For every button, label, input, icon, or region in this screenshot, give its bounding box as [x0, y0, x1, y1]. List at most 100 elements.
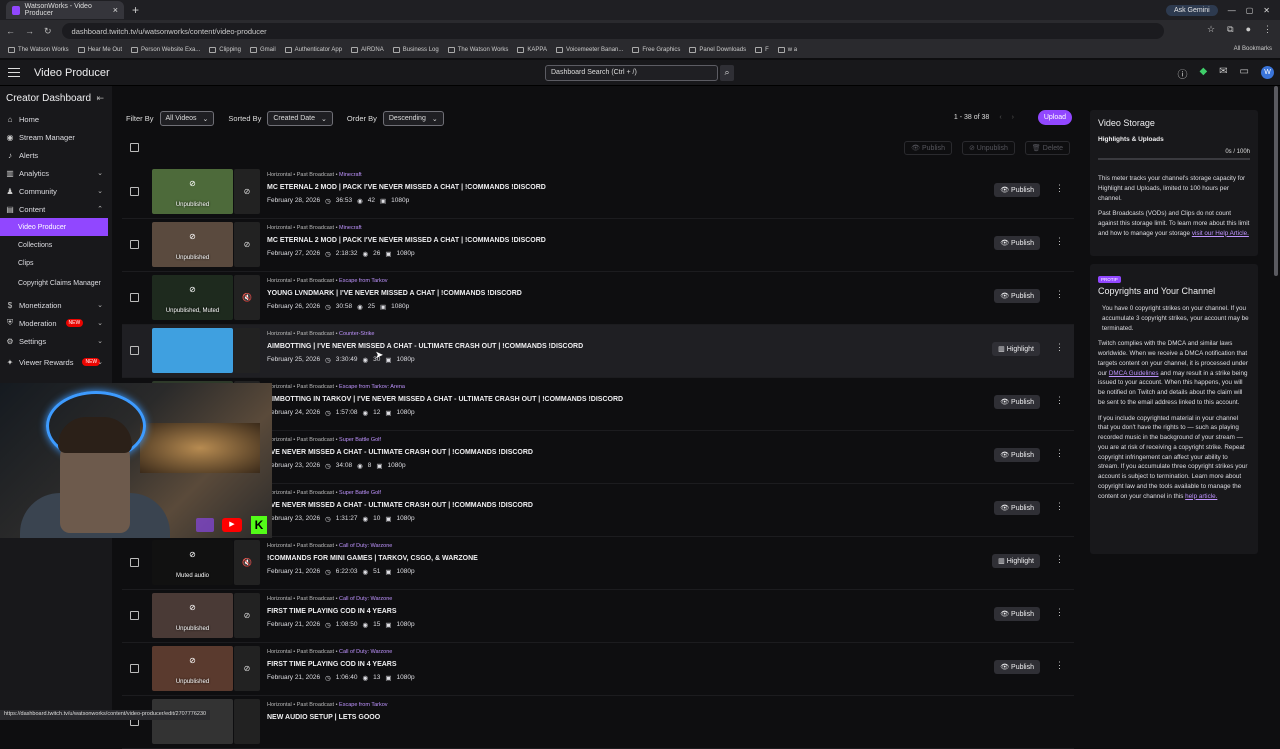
menu-dots-icon[interactable]: ⋮	[1263, 24, 1272, 35]
storage-help-link[interactable]: visit our Help Article.	[1192, 230, 1249, 237]
more-options-icon[interactable]: ⋮	[1055, 183, 1064, 194]
sidebar-item-home[interactable]: ⌂ Home	[0, 110, 112, 128]
video-thumbnail[interactable]: ⊘ Unpublished	[152, 593, 233, 638]
video-game-link[interactable]: Super Battle Golf	[339, 437, 381, 443]
bookmark-item[interactable]: F	[755, 47, 769, 53]
sidebar-item-viewer-rewards[interactable]: ✦ Viewer Rewards NEW ⌄	[0, 350, 112, 374]
sidebar-subitem-collections[interactable]: Collections	[0, 236, 112, 254]
bookmark-item[interactable]: KAPPA	[517, 47, 547, 53]
video-thumbnail[interactable]	[152, 328, 233, 373]
row-checkbox[interactable]	[130, 664, 139, 673]
video-thumbnail[interactable]: ⊘ Unpublished	[152, 222, 233, 267]
bookmark-item[interactable]: Gmail	[249, 47, 276, 53]
extensions-icon[interactable]: ⧉	[1227, 24, 1233, 35]
bulk-delete-button[interactable]: 🗑 Delete	[1024, 141, 1070, 155]
row-checkbox[interactable]	[130, 187, 139, 196]
video-game-link[interactable]: Call of Duty: Warzone	[339, 596, 392, 602]
sidebar-item-alerts[interactable]: ♪ Alerts	[0, 146, 112, 164]
bookmark-item[interactable]: Panel Downloads	[689, 47, 746, 53]
bookmark-item[interactable]: AIRDNA	[351, 47, 384, 53]
table-row[interactable]: ⊘ Unpublished, Muted 🔇 Horizontal • Past Br…	[122, 272, 1074, 325]
video-game-link[interactable]: Minecraft	[339, 172, 362, 178]
video-title[interactable]: MC ETERNAL 2 MOD | PACK I'VE NEVER MISSE…	[267, 184, 546, 191]
publish-button[interactable]: 👁 Publish	[994, 448, 1040, 462]
sidebar-item-moderation[interactable]: ⛨ Moderation NEW ⌄	[0, 314, 112, 332]
table-row[interactable]: Horizontal • Past Broadcast • Counter-St…	[122, 325, 1074, 378]
row-checkbox[interactable]	[130, 293, 139, 302]
profile-icon[interactable]: ●	[1246, 24, 1251, 35]
video-title[interactable]: MC ETERNAL 2 MOD | PACK I'VE NEVER MISSE…	[267, 237, 546, 244]
sidebar-item-content[interactable]: ▤ Content ⌃	[0, 200, 112, 218]
publish-button[interactable]: 👁 Publish	[994, 607, 1040, 621]
video-thumbnail[interactable]: ⊘ Unpublished, Muted	[152, 275, 233, 320]
table-row[interactable]: ⊘ Unpublished ⊘ Horizontal • Past Broadcast…	[122, 590, 1074, 643]
video-thumbnail[interactable]	[152, 699, 233, 744]
video-title[interactable]: !COMMANDS FOR MINI GAMES | TARKOV, CSGO,…	[267, 555, 478, 562]
bookmark-item[interactable]: Clipping	[209, 47, 241, 53]
bookmark-item[interactable]: Free Graphics	[632, 47, 680, 53]
whispers-icon[interactable]: ▭	[1240, 66, 1249, 81]
collapse-sidebar-icon[interactable]: ⇤	[96, 93, 104, 104]
video-game-link[interactable]: Escape from Tarkov	[339, 278, 388, 284]
close-tab-icon[interactable]: ×	[113, 5, 118, 15]
bookmark-item[interactable]: Authenticator App	[284, 47, 342, 53]
video-game-link[interactable]: Call of Duty: Warzone	[339, 543, 392, 549]
sidebar-item-analytics[interactable]: ▥ Analytics ⌄	[0, 164, 112, 182]
video-title[interactable]: FIRST TIME PLAYING COD IN 4 YEARS	[267, 608, 397, 615]
close-window-icon[interactable]: ✕	[1263, 6, 1270, 15]
sidebar-item-stream-manager[interactable]: ◉ Stream Manager	[0, 128, 112, 146]
back-icon[interactable]: ←	[6, 26, 15, 36]
video-thumbnail[interactable]: ⊘ Unpublished	[152, 646, 233, 691]
bookmark-item[interactable]: Business Log	[392, 47, 439, 53]
more-options-icon[interactable]: ⋮	[1055, 660, 1064, 671]
sidebar-item-community[interactable]: ♟ Community ⌄	[0, 182, 112, 200]
bookmark-item[interactable]: The Watson Works	[8, 47, 69, 53]
table-row[interactable]: ⊘ Unpublished ⊘ Horizontal • Past Broadcast…	[122, 166, 1074, 219]
highlight-button[interactable]: ▥ Highlight	[992, 342, 1040, 356]
bits-icon[interactable]: ◆	[1199, 66, 1207, 81]
video-title[interactable]: AIMBOTTING IN TARKOV | I'VE NEVER MISSED…	[267, 396, 623, 403]
bookmark-item[interactable]: The Watson Works	[447, 47, 508, 53]
video-thumbnail[interactable]: ⊘ Unpublished	[152, 169, 233, 214]
vertical-thumbnail[interactable]: ⊘	[234, 222, 260, 267]
vertical-thumbnail[interactable]	[234, 699, 260, 744]
video-game-link[interactable]: Escape from Tarkov	[339, 702, 388, 708]
row-checkbox[interactable]	[130, 558, 139, 567]
publish-button[interactable]: 👁 Publish	[994, 660, 1040, 674]
select-all-checkbox[interactable]	[130, 143, 139, 152]
more-options-icon[interactable]: ⋮	[1055, 448, 1064, 459]
vertical-thumbnail[interactable]	[234, 328, 260, 373]
sidebar-item-settings[interactable]: ⚙ Settings ⌄	[0, 332, 112, 350]
table-row[interactable]: ⊘ Unpublished ⊘ Horizontal • Past Broadcast…	[122, 643, 1074, 696]
dashboard-search-input[interactable]: Dashboard Search (Ctrl + /)	[545, 65, 718, 81]
vertical-thumbnail[interactable]: 🔇	[234, 540, 260, 585]
vertical-thumbnail[interactable]: ⊘	[234, 646, 260, 691]
sorted-by-select[interactable]: Created Date ⌄	[267, 111, 333, 126]
row-checkbox[interactable]	[130, 240, 139, 249]
inbox-icon[interactable]: ✉	[1219, 66, 1227, 81]
highlight-button[interactable]: ▥ Highlight	[992, 554, 1040, 568]
video-title[interactable]: YOUNG LVNDMARK | I'VE NEVER MISSED A CHA…	[267, 290, 522, 297]
publish-button[interactable]: 👁 Publish	[994, 289, 1040, 303]
more-options-icon[interactable]: ⋮	[1055, 342, 1064, 353]
all-bookmarks-link[interactable]: All Bookmarks	[1234, 46, 1272, 52]
video-game-link[interactable]: Call of Duty: Warzone	[339, 649, 392, 655]
video-title[interactable]: I'VE NEVER MISSED A CHAT - ULTIMATE CRAS…	[267, 449, 533, 456]
browser-tab[interactable]: WatsonWorks - Video Producer ×	[6, 1, 124, 19]
video-game-link[interactable]: Minecraft	[339, 225, 362, 231]
avatar[interactable]: W	[1261, 66, 1274, 79]
reload-icon[interactable]: ↻	[44, 26, 52, 37]
minimize-icon[interactable]: —	[1228, 6, 1236, 15]
vertical-thumbnail[interactable]: 🔇	[234, 275, 260, 320]
next-page-icon[interactable]: ›	[1012, 114, 1014, 121]
publish-button[interactable]: 👁 Publish	[994, 501, 1040, 515]
maximize-icon[interactable]: ▢	[1246, 6, 1254, 15]
bulk-publish-button[interactable]: 👁 Publish	[904, 141, 952, 155]
bookmark-item[interactable]: w a	[777, 47, 797, 53]
video-game-link[interactable]: Counter-Strike	[339, 331, 374, 337]
sidebar-subitem-clips[interactable]: Clips	[0, 254, 112, 272]
video-thumbnail[interactable]: ⊘ Muted audio	[152, 540, 233, 585]
more-options-icon[interactable]: ⋮	[1055, 501, 1064, 512]
bookmark-item[interactable]: Voicemeeter Banan...	[556, 47, 623, 53]
hamburger-menu-icon[interactable]	[8, 68, 20, 77]
